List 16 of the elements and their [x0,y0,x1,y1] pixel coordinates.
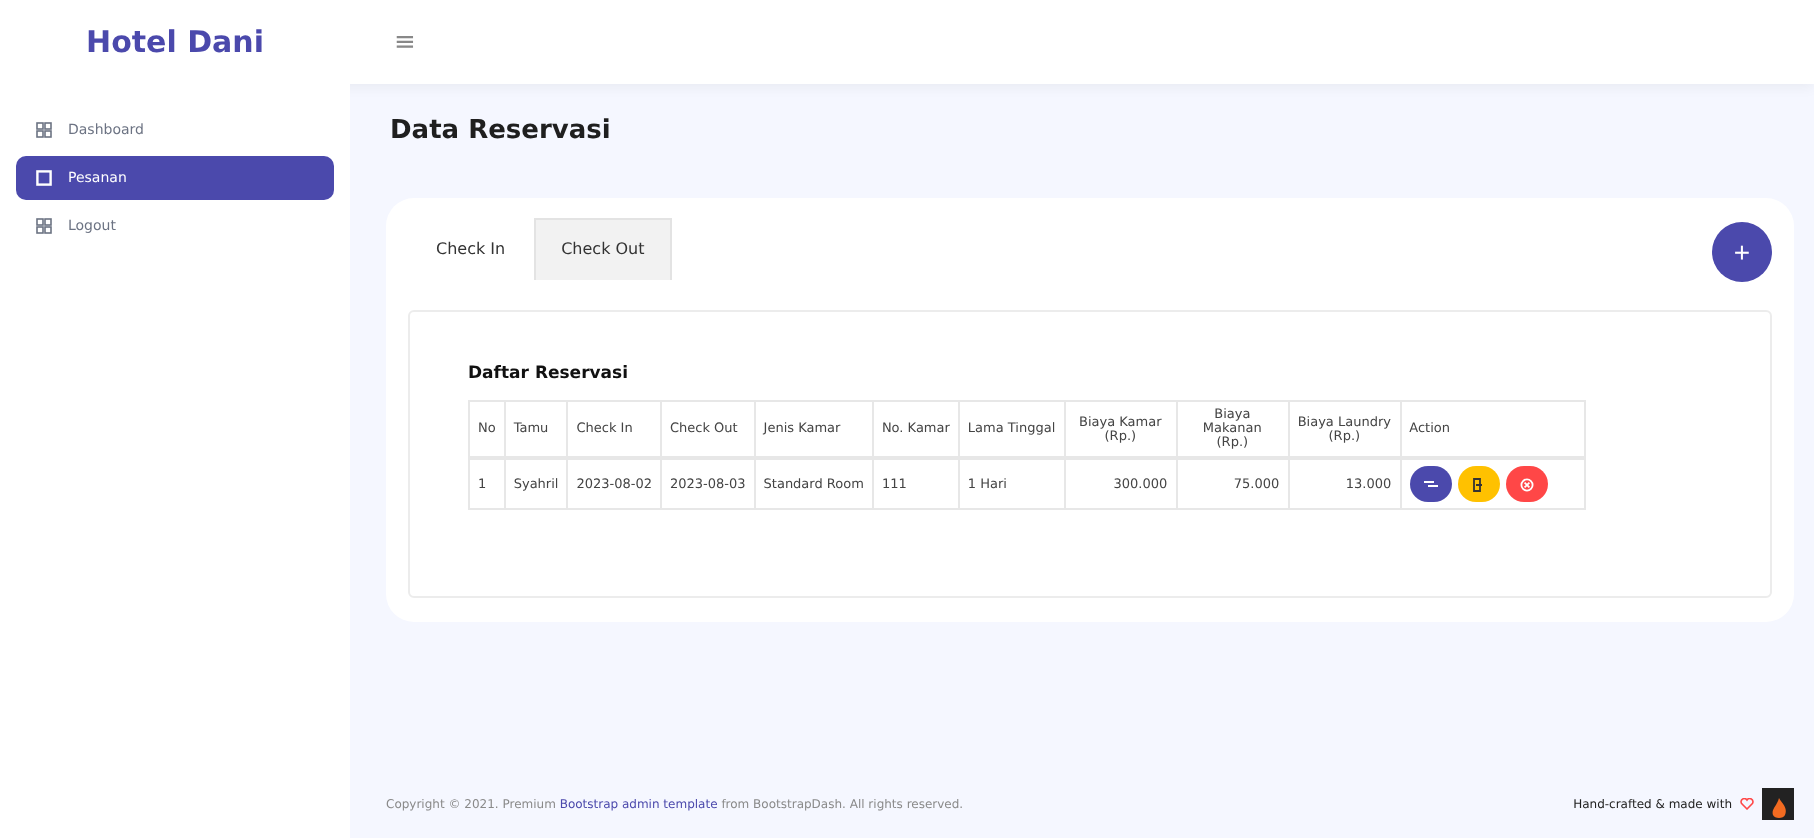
exit-icon [1472,477,1485,492]
card-title: Daftar Reservasi [468,364,631,384]
menu-toggle[interactable]: ≡ [394,27,416,57]
monitor-icon [36,170,52,186]
tab[interactable]: Check Out [533,218,673,280]
cancel-icon [1519,477,1534,492]
flame-icon [1769,798,1787,820]
grid-icon [36,218,52,234]
grid-icon [36,122,52,138]
edit-button[interactable] [1409,466,1452,503]
toggle-icon [1423,478,1438,491]
page-title: Data Reservasi [390,116,613,146]
brand-logo[interactable]: Hotel Dani [0,24,350,60]
add-button[interactable]: + [1712,222,1772,282]
heart-icon [1740,798,1754,810]
checkout-button[interactable] [1457,466,1500,503]
